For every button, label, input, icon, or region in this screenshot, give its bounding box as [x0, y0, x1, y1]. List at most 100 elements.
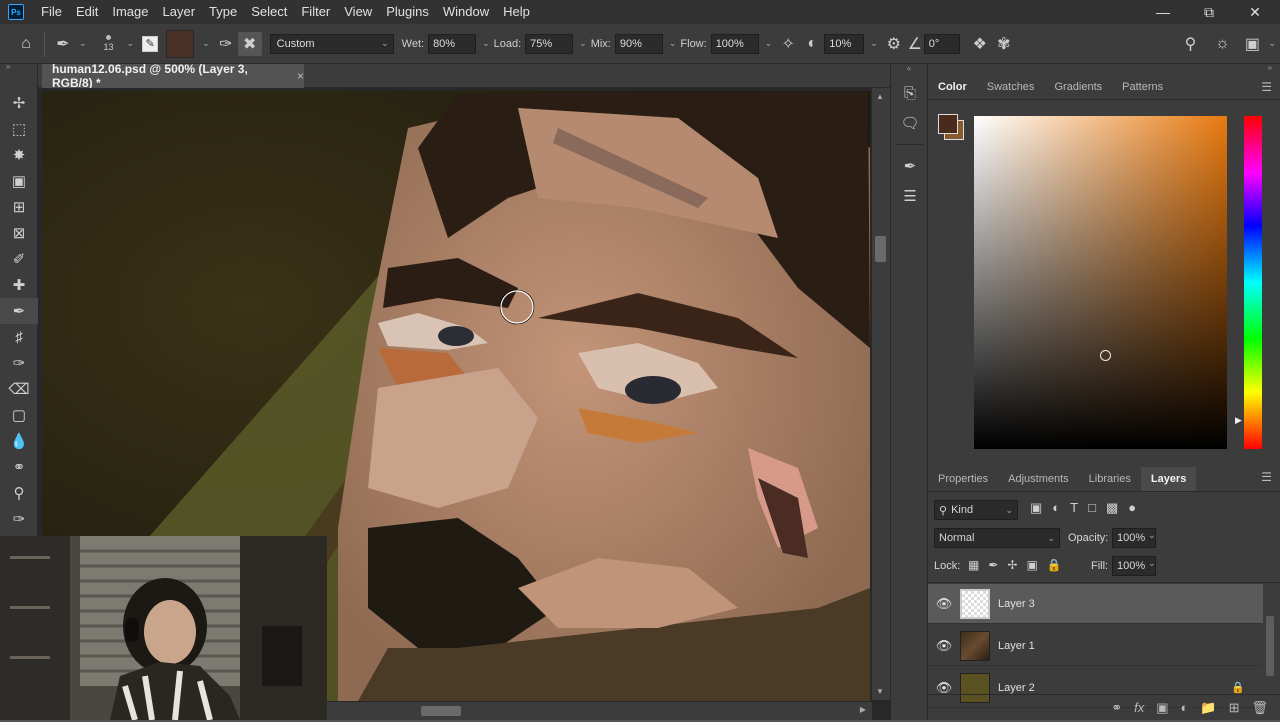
collapse-dock-icon[interactable]: » — [928, 64, 1280, 72]
scroll-up-icon[interactable]: ▲ — [876, 92, 884, 101]
menu-file[interactable]: File — [34, 0, 69, 24]
clone-stamp-tool-icon[interactable]: ♯ — [0, 324, 38, 350]
workspace-icon[interactable]: ▣ — [1240, 32, 1264, 56]
current-brush-load-swatch[interactable] — [166, 29, 195, 58]
restore-icon[interactable]: ⧉ — [1186, 0, 1232, 24]
eraser-tool-icon[interactable]: ⌫ — [0, 376, 38, 402]
vertical-scroll-thumb[interactable] — [875, 236, 886, 262]
menu-window[interactable]: Window — [436, 0, 496, 24]
blend-mode-dropdown[interactable]: Normal ⌄ — [934, 528, 1060, 548]
frame-tool-icon[interactable]: ⊠ — [0, 220, 38, 246]
filter-adjustment-icon[interactable]: ◐ — [1052, 500, 1060, 516]
tab-layers[interactable]: Layers — [1140, 467, 1197, 491]
menu-layer[interactable]: Layer — [156, 0, 203, 24]
search-icon[interactable]: ⚲ — [1178, 32, 1202, 56]
adjustments-panel-icon[interactable]: ☰ — [891, 181, 929, 211]
new-adjustment-layer-icon[interactable]: ◐ — [1181, 700, 1189, 715]
menu-edit[interactable]: Edit — [69, 0, 105, 24]
tab-libraries[interactable]: Libraries — [1079, 467, 1141, 491]
filter-pixel-icon[interactable]: ▣ — [1030, 500, 1042, 516]
load-field[interactable]: 75% — [525, 33, 574, 54]
lock-image-pixels-icon[interactable]: ✒ — [988, 558, 998, 572]
menu-image[interactable]: Image — [105, 0, 155, 24]
dodge-tool-icon[interactable]: ⚭ — [0, 454, 38, 480]
symmetry-icon[interactable]: ✾ — [992, 32, 1016, 56]
color-picker-field[interactable] — [974, 116, 1227, 449]
lock-all-icon[interactable]: 🔒 — [1047, 558, 1062, 572]
crop-tool-icon[interactable]: ⊞ — [0, 194, 38, 220]
marquee-tool-icon[interactable]: ⬚ — [0, 116, 38, 142]
panel-menu-icon[interactable]: ☰ — [1261, 80, 1272, 94]
discover-lightbulb-icon[interactable]: ☼ — [1210, 32, 1234, 56]
close-tab-icon[interactable]: × — [297, 69, 304, 83]
tab-swatches[interactable]: Swatches — [977, 75, 1045, 99]
lock-transparency-icon[interactable]: ▦ — [968, 558, 979, 572]
flow-field[interactable]: 100% — [710, 33, 759, 54]
hue-slider-handle-icon[interactable]: ▶ — [1235, 415, 1242, 426]
chevron-down-icon[interactable]: ⌄ — [669, 38, 677, 49]
chevron-down-icon[interactable]: ⌄ — [127, 38, 135, 49]
filter-toggle-icon[interactable]: ● — [1128, 500, 1136, 516]
mix-field[interactable]: 90% — [614, 33, 663, 54]
filter-type-icon[interactable]: T — [1070, 500, 1078, 516]
filter-shape-icon[interactable]: □ — [1088, 500, 1096, 516]
brush-combination-dropdown[interactable]: Custom ⌄ — [269, 33, 394, 54]
horizontal-scrollbar[interactable]: ▶ — [327, 702, 872, 720]
gradient-tool-icon[interactable]: ▢ — [0, 402, 38, 428]
pressure-size-icon[interactable]: ❖ — [968, 32, 992, 56]
collapse-panels-icon[interactable]: « — [891, 64, 927, 78]
sample-all-layers-icon[interactable]: ◐ — [800, 32, 824, 56]
tab-patterns[interactable]: Patterns — [1112, 75, 1173, 99]
menu-help[interactable]: Help — [496, 0, 537, 24]
chevron-down-icon[interactable]: ⌄ — [1148, 530, 1156, 541]
vertical-scrollbar[interactable]: ▲ ▼ — [872, 88, 890, 700]
visibility-eye-icon[interactable]: 👁 — [928, 638, 960, 654]
scroll-right-icon[interactable]: ▶ — [860, 705, 866, 714]
layer-style-fx-icon[interactable]: fx — [1134, 700, 1144, 715]
close-window-icon[interactable]: ✕ — [1232, 0, 1278, 24]
brush-tool-icon[interactable]: ✒ — [0, 298, 38, 324]
history-brush-tool-icon[interactable]: ✑ — [0, 350, 38, 376]
layers-scrollbar[interactable] — [1266, 616, 1274, 676]
layer-row[interactable]: 👁 Layer 3 — [928, 584, 1263, 624]
mixer-brush-tool-icon[interactable]: ✒ — [51, 32, 75, 56]
brush-angle-field[interactable]: 0° — [923, 33, 960, 54]
chevron-down-icon[interactable]: ⌄ — [1148, 558, 1156, 569]
healing-brush-tool-icon[interactable]: ✚ — [0, 272, 38, 298]
panel-menu-icon[interactable]: ☰ — [1261, 470, 1272, 484]
hue-slider[interactable] — [1244, 116, 1262, 449]
clean-brush-icon[interactable]: ✖ — [237, 31, 262, 56]
filter-smart-object-icon[interactable]: ▩ — [1106, 500, 1118, 516]
delete-layer-trash-icon[interactable]: 🗑 — [1251, 700, 1268, 716]
lock-position-icon[interactable]: ✢ — [1007, 558, 1017, 572]
menu-plugins[interactable]: Plugins — [379, 0, 436, 24]
history-panel-icon[interactable]: ⎘ — [891, 78, 929, 108]
menu-view[interactable]: View — [337, 0, 379, 24]
link-layers-icon[interactable]: ⚭ — [1111, 700, 1122, 716]
brush-settings-panel-icon[interactable]: ✒ — [891, 151, 929, 181]
tab-gradients[interactable]: Gradients — [1044, 75, 1112, 99]
tab-adjustments[interactable]: Adjustments — [998, 467, 1079, 491]
smoothing-field[interactable]: 10% — [824, 33, 865, 54]
brush-preset-picker[interactable]: 13 — [95, 29, 123, 59]
quick-selection-tool-icon[interactable]: ✸ — [0, 142, 38, 168]
comments-panel-icon[interactable]: 🗨 — [891, 108, 929, 138]
menu-type[interactable]: Type — [202, 0, 244, 24]
smudge-tool-icon[interactable]: ⚲ — [0, 480, 38, 506]
pen-tool-icon[interactable]: ✑ — [0, 506, 38, 532]
blur-tool-icon[interactable]: 💧 — [0, 428, 38, 454]
chevron-down-icon[interactable]: ⌄ — [79, 38, 87, 49]
move-tool-icon[interactable]: ✢ — [0, 90, 38, 116]
tab-properties[interactable]: Properties — [928, 467, 998, 491]
new-layer-icon[interactable]: ⊞ — [1229, 700, 1240, 716]
wet-field[interactable]: 80% — [428, 33, 477, 54]
minimize-icon[interactable]: — — [1140, 0, 1186, 24]
lock-artboard-icon[interactable]: ▣ — [1026, 558, 1037, 572]
new-group-folder-icon[interactable]: 📁 — [1200, 700, 1216, 716]
chevron-down-icon[interactable]: ⌄ — [1268, 38, 1276, 49]
chevron-down-icon[interactable]: ⌄ — [765, 38, 773, 49]
tab-color[interactable]: Color — [928, 75, 977, 99]
chevron-down-icon[interactable]: ⌄ — [579, 38, 587, 49]
home-icon[interactable]: ⌂ — [14, 32, 38, 56]
load-brush-icon[interactable]: ✑ — [214, 32, 238, 56]
